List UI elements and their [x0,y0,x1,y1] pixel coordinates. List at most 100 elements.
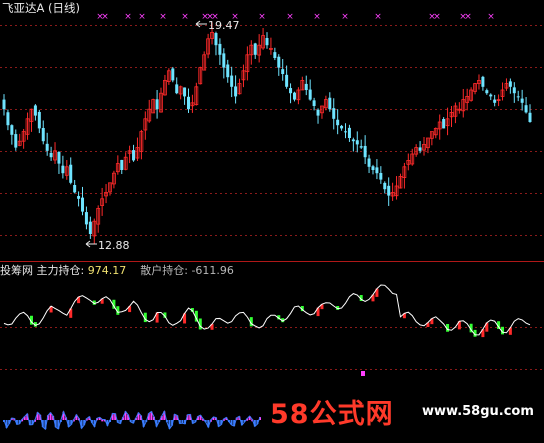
candle-body [88,221,92,234]
signal-marker: × [313,12,321,22]
candle-body [336,119,340,126]
candle-body [340,125,344,129]
candle-body [485,90,489,94]
signal-marker: × [124,12,132,22]
signal-marker: × [138,12,146,22]
main-position-label: 主力持仓: [36,264,85,277]
candle-body [524,105,528,113]
candle-body [375,167,379,174]
candle-body [49,152,53,158]
candle-body [33,105,37,116]
candle-body [132,150,136,161]
candle-body [265,37,269,46]
signal-marker: × [464,12,472,22]
candle-body [10,125,14,135]
candle-body [418,147,422,151]
candle-body [442,119,446,129]
candle-body [45,143,49,151]
candle-body [312,100,316,106]
candle-body [234,86,238,97]
candle-body [277,56,281,68]
candle-body [285,74,289,87]
candle-body [332,108,336,119]
candle-body [84,212,88,225]
candle-body [383,182,387,190]
signal-marker: × [101,12,109,22]
candle-body [493,99,497,103]
candle-body [371,166,375,170]
candle-body [120,159,124,170]
candle-body [489,94,493,97]
candle-body [328,97,332,110]
candle-body [81,197,85,212]
candle-body [273,52,277,58]
candle-body [351,139,355,142]
candle-body [175,84,179,94]
candle-body [516,96,520,98]
candle-body [14,134,18,148]
candle-body [379,172,383,180]
candle-body [308,89,312,100]
retail-position-marker [361,371,365,376]
candle-body [218,43,222,55]
candle-body [226,64,230,78]
retail-position-label: 散户持仓: [140,264,188,277]
candle-body [222,53,226,68]
candle-body [253,43,257,55]
indicator-name: 投筹网 [0,264,33,277]
candle-body [292,92,296,100]
candle-body [481,76,485,87]
candle-body [304,83,308,90]
candle-body [289,88,293,94]
candle-body [508,81,512,87]
candlestick-series[interactable] [2,22,532,245]
candle-body [359,146,363,148]
candle-body [344,131,348,133]
candle-body [183,87,187,97]
grid-lines [0,25,544,370]
indicator-header: 投筹网 主力持仓: 974.17 散户持仓: -611.96 [0,264,234,277]
candle-body [6,112,10,126]
chart-title: 飞亚达A (日线) [2,1,80,15]
candle-body [61,165,65,174]
chart-stage: ×× × × × × ××× × × × × × × ×× ×× × [0,12,544,431]
candle-body [520,98,524,103]
candle-body [186,96,190,110]
signal-marker: × [258,12,266,22]
candle-body [230,75,234,87]
candle-body [387,185,391,196]
candle-body [155,99,159,110]
candle-body [316,109,320,116]
candle-body [73,185,77,193]
candle-body [528,112,532,122]
high-price-label: 19.47 [208,19,240,32]
main-position-series[interactable] [3,284,531,338]
candle-body [57,151,61,164]
main-position-value: 974.17 [87,264,127,277]
low-price-label: 12.88 [98,239,130,252]
candle-body [281,69,285,74]
candle-body [37,111,41,129]
watermark-brand: 58公式网 [270,399,394,430]
candle-body [77,196,81,199]
signal-marker: × [159,12,167,22]
candle-body [171,68,175,81]
candle-body [367,158,371,167]
candle-body [214,33,218,46]
candle-body [512,87,516,94]
candle-body [69,164,73,183]
signal-marker: × [286,12,294,22]
watermark-url: www.58gu.com [422,404,534,419]
candle-body [363,145,367,158]
candle-body [347,127,351,138]
candle-body [355,140,359,145]
signal-marker: × [341,12,349,22]
high-low-arrows [85,20,207,248]
signal-marker: × [487,12,495,22]
candle-body [2,99,6,110]
retail-position-value: -611.96 [191,264,234,277]
candle-body [41,127,45,142]
signal-marker: × [181,12,189,22]
signal-markers: ×× × × × × ××× × × × × × × ×× ×× × [96,12,495,22]
signal-marker: × [374,12,382,22]
